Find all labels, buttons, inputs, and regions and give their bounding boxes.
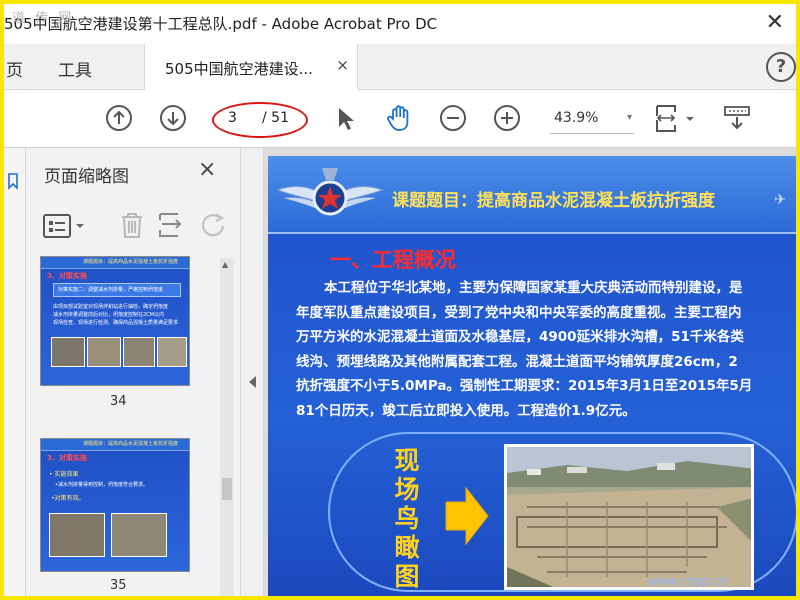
thumbnail-subtitle-box: 对策实施二：调整减水剂掺量，严格控制坍落度 (53, 283, 181, 297)
help-icon[interactable]: ? (766, 52, 796, 82)
slide-section-heading: 一、工程概况 (330, 248, 456, 272)
thumbnail-text-line: 减水剂掺量调整前后对比，坍落度控制在2CM以内 (53, 312, 164, 318)
thumbnail-text-line: •减水剂掺量得到控制，坍落度符合要求。 (55, 482, 148, 488)
panel-title: 页面缩略图 (44, 167, 129, 187)
thumbnail-section: 3、对策实施 (47, 454, 87, 462)
slide-body-line: 抗折强度不小于5.0MPa。强制性工期要求：2015年3月1日至2015年5月 (296, 378, 753, 394)
slide-body-line: 年度军队重点建设项目，受到了党中央和中央军委的高度重视。主要工程内 (296, 304, 742, 321)
hand-tool-icon[interactable] (384, 103, 414, 133)
vertical-char: 场 (394, 475, 420, 504)
thumbnail-header-text: 课题题目：提高商品水泥混凝土板抗折强度 (83, 259, 179, 265)
thumbnail-text-line: 由项目部试验室对现场拌和站进行抽检，确定坍落度 (53, 304, 169, 310)
zoom-level-dropdown[interactable]: 43.9% ▾ (550, 106, 634, 134)
air-force-emblem-icon (276, 168, 384, 216)
collapse-panel-icon[interactable] (249, 376, 256, 388)
thumbnail-page-34[interactable]: 课题题目：提高商品水泥混凝土板抗折强度 3、对策实施 对策实施二：调整减水剂掺量… (40, 256, 190, 386)
bookmark-icon[interactable] (6, 172, 20, 190)
zoom-in-icon[interactable] (492, 103, 522, 133)
zoom-level-value: 43.9% (554, 110, 599, 126)
thumbnail-page-35[interactable]: 课题题目：提高商品水泥混凝土板抗折强度 3、对策实施 • 实施效果 •减水剂掺量… (40, 438, 190, 572)
airplane-icon: ✈ (774, 192, 786, 208)
thumbnail-photo (87, 337, 121, 367)
chevron-down-icon: ▾ (626, 112, 632, 123)
thumbnail-section: 3、对策实施 (47, 272, 87, 280)
tab-bar: 页 工具 505中国航空港建设... × ? (4, 44, 796, 90)
slide-watermark: www.cnpp.cn (648, 574, 728, 588)
thumbnail-header: 课题题目：提高商品水泥混凝土板抗折强度 (41, 439, 189, 451)
thumbnail-subtitle: 对策实施二：调整减水剂掺量，严格控制坍落度 (58, 287, 164, 293)
slide-body-text: 本工程位于华北某地，主要为保障国家某重大庆典活动而特别建设，是 年度军队重点建设… (296, 276, 796, 423)
thumbnail-photo (49, 513, 105, 557)
window-close-icon[interactable]: ✕ (766, 10, 784, 35)
thumbnail-list: 课题题目：提高商品水泥混凝土板抗折强度 3、对策实施 对策实施二：调整减水剂掺量… (26, 252, 240, 596)
slide-body-line: 线沟、预埋线路及其他附属配套工程。混凝土道面平均铺筑厚度26cm，2 (296, 353, 738, 370)
corner-watermark: 道 传 网 (12, 11, 75, 26)
red-annotation-ellipse (212, 102, 308, 138)
page-number-field[interactable]: 3 / 51 (212, 102, 308, 138)
select-pointer-icon[interactable] (330, 103, 360, 133)
thumbnail-bullet: •对策有效。 (51, 495, 85, 502)
thumbnail-photo (157, 337, 187, 367)
tab-document-label: 505中国航空港建设... (165, 60, 313, 78)
slide-header: 课题题目：提高商品水泥混凝土板抗折强度 ✈ (268, 156, 796, 234)
panel-close-icon[interactable]: × (198, 157, 216, 182)
slide-body-line: 万平方米的水泥混凝土道面及水稳基层，4900延米排水沟槽，51千米各类 (296, 329, 744, 345)
thumbnail-photo (111, 513, 167, 557)
panel-toolbar (26, 206, 240, 246)
zoom-out-icon[interactable] (438, 103, 468, 133)
slide-page: 课题题目：提高商品水泥混凝土板抗折强度 ✈ 一、工程概况 本工程位于华北某地，主… (268, 156, 796, 596)
thumbnail-header-text: 课题题目：提高商品水泥混凝土板抗折强度 (83, 441, 179, 447)
navigation-strip (4, 148, 26, 596)
thumbnail-photo (51, 337, 85, 367)
scroll-up-icon[interactable]: ▲ (222, 260, 228, 269)
vertical-char: 现 (394, 446, 420, 475)
options-menu-icon[interactable] (42, 212, 88, 240)
tab-tools[interactable]: 工具 (58, 56, 92, 81)
read-mode-icon[interactable] (722, 103, 752, 133)
aerial-photo-drawing (507, 447, 751, 587)
scrollbar-thumb[interactable] (222, 478, 232, 500)
delete-page-icon[interactable] (118, 210, 146, 240)
slide-body-line: 81个日历天，竣工后立即投入使用。工程造价1.9亿元。 (296, 402, 636, 419)
thumbnail-page-number: 35 (110, 578, 127, 593)
thumbnail-photo (123, 337, 155, 367)
slide-vertical-label: 现 场 鸟 瞰 图 (392, 446, 422, 591)
tab-close-icon[interactable]: × (336, 56, 349, 74)
thumbnail-scrollbar[interactable]: ▲ (220, 258, 234, 596)
aerial-site-photo (504, 444, 754, 590)
title-bar: 505中国航空港建设第十工程总队.pdf - Adobe Acrobat Pro… (4, 4, 796, 44)
next-page-icon[interactable] (158, 103, 188, 133)
rotate-page-icon[interactable] (198, 210, 228, 240)
document-viewport[interactable]: 课题题目：提高商品水泥混凝土板抗折强度 ✈ 一、工程概况 本工程位于华北某地，主… (264, 148, 796, 596)
toolbar: 3 / 51 43.9% ▾ (4, 90, 796, 148)
vertical-char: 鸟 (394, 504, 420, 533)
fit-page-icon[interactable] (652, 103, 696, 133)
tab-document[interactable]: 505中国航空港建设... × (144, 44, 358, 90)
slide-title: 课题题目：提高商品水泥混凝土板抗折强度 (392, 191, 715, 211)
page-thumbnails-panel: 页面缩略图 × 课题题目：提高商品水泥混凝土板抗折强度 3、对策实施 对策实施二… (26, 148, 240, 596)
panel-splitter[interactable] (240, 148, 264, 596)
extract-page-icon[interactable] (156, 210, 184, 240)
vertical-char: 图 (394, 562, 420, 591)
tab-home[interactable]: 页 (6, 56, 23, 81)
right-arrow-icon (445, 486, 489, 546)
thumbnail-page-number: 34 (110, 394, 127, 409)
previous-page-icon[interactable] (104, 103, 134, 133)
thumbnail-text-line: 现场检查、现场进行检测、确保商品混凝土质量满足要求 (53, 320, 179, 326)
thumbnail-bullet: • 实施效果 (49, 471, 79, 478)
thumbnail-header: 课题题目：提高商品水泥混凝土板抗折强度 (41, 257, 189, 269)
slide-body-line: 本工程位于华北某地，主要为保障国家某重大庆典活动而特别建设，是 (324, 280, 743, 296)
vertical-char: 瞰 (394, 533, 420, 562)
